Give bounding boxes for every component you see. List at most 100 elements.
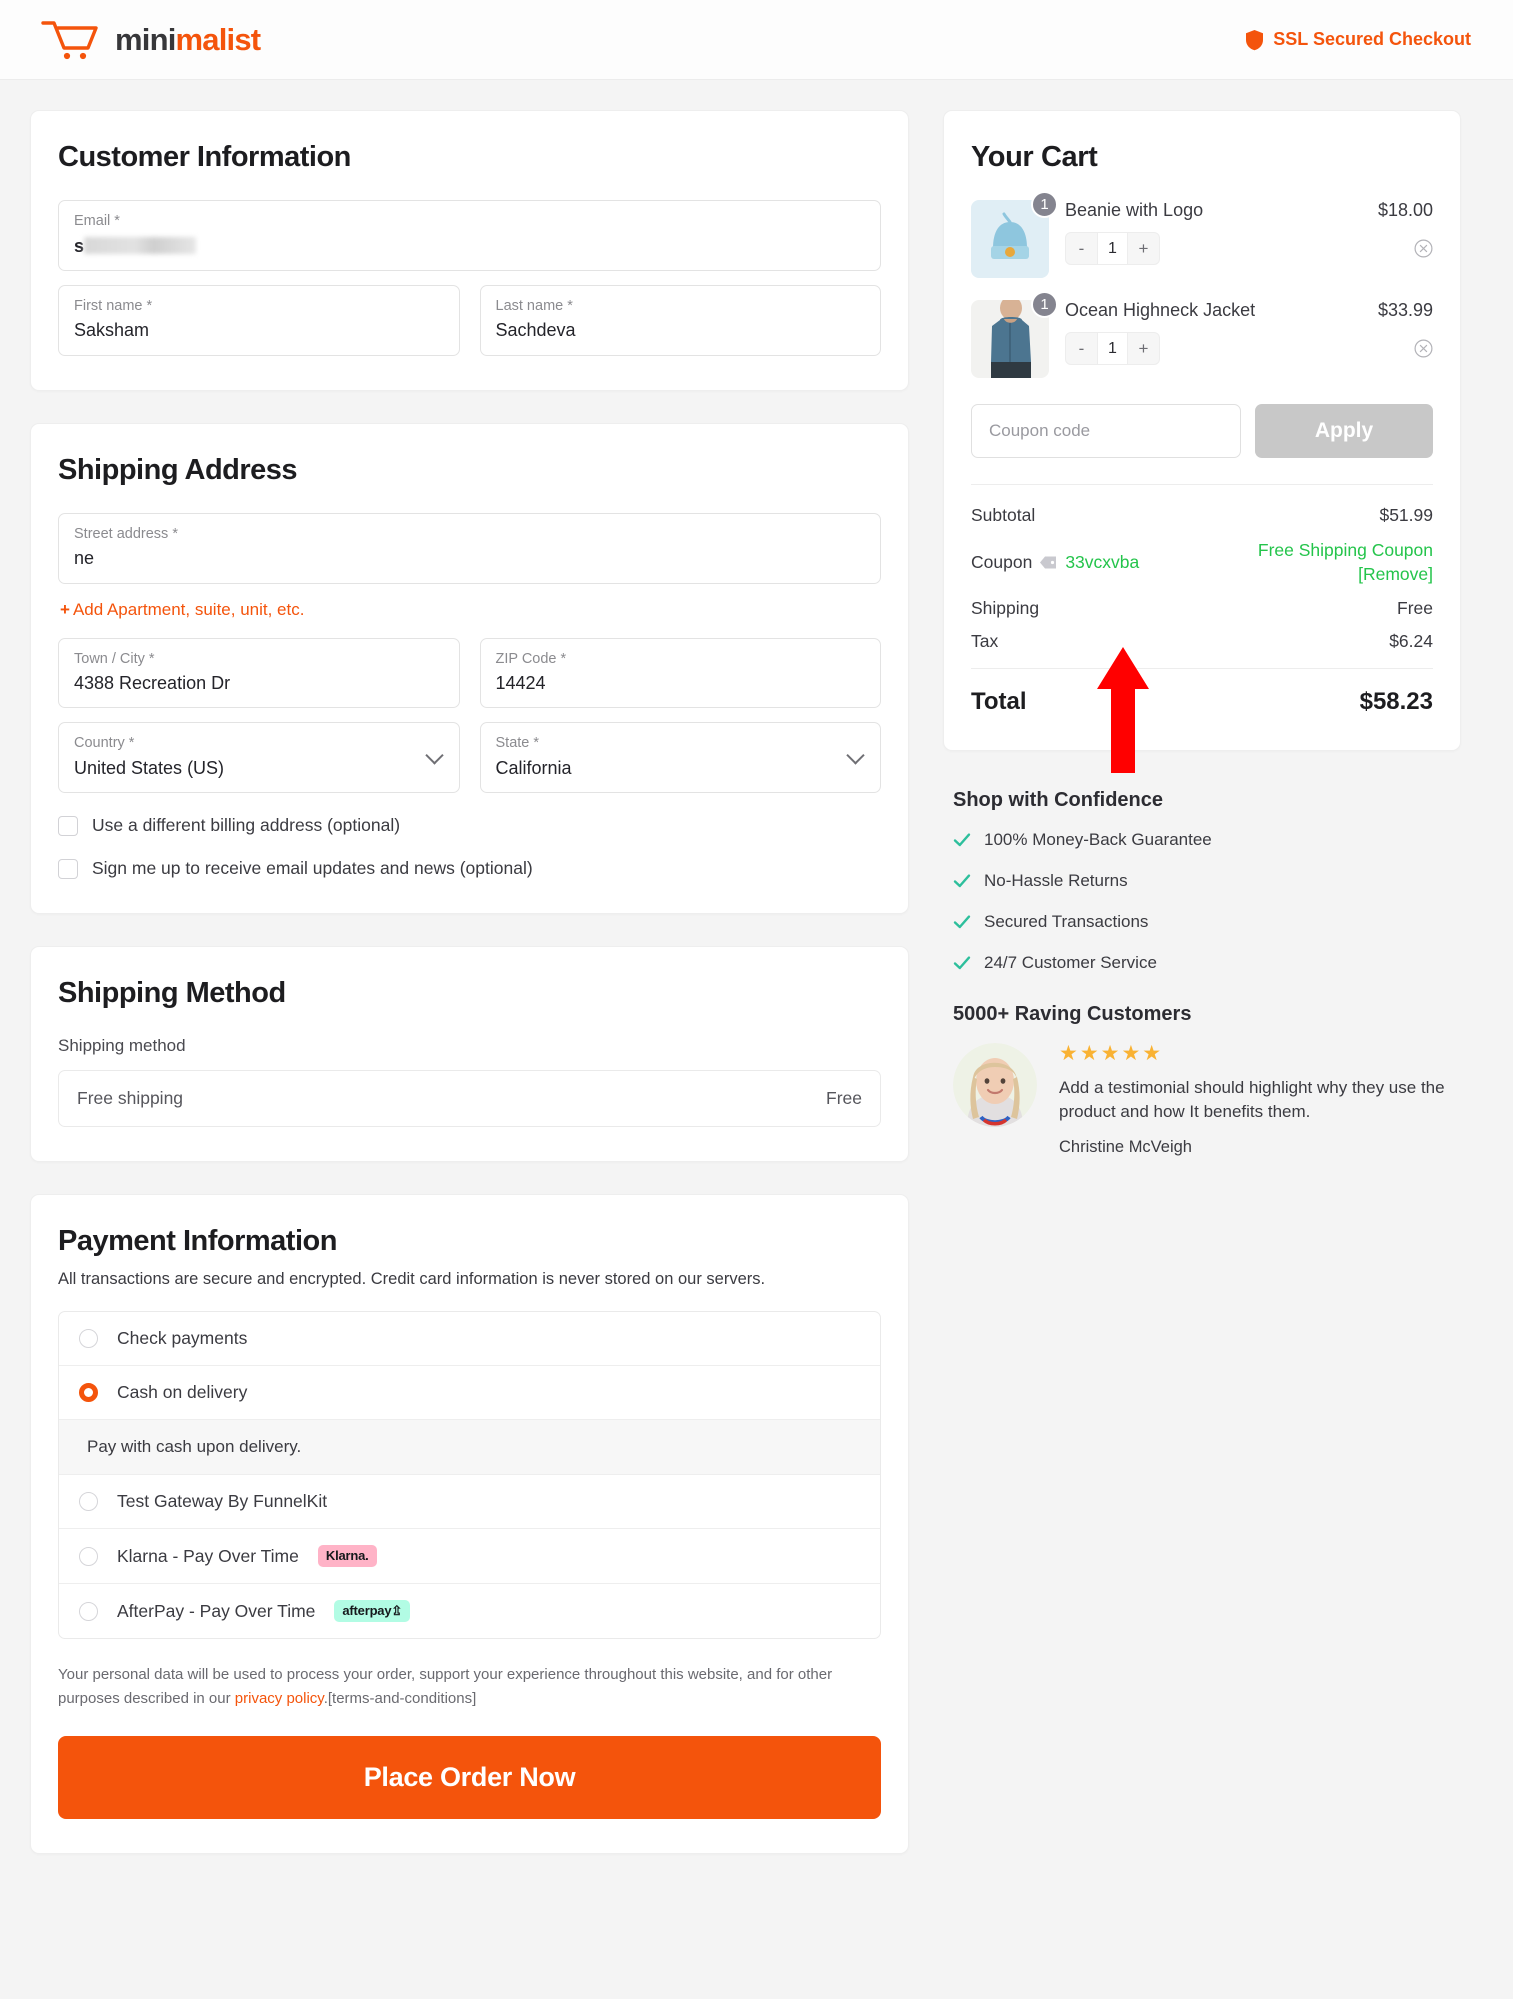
cart-item-bottom-row: - 1 + xyxy=(1065,232,1433,265)
payment-method-label: AfterPay - Pay Over Time xyxy=(117,1600,316,1621)
remove-item-icon[interactable] xyxy=(1414,239,1433,258)
billing-address-label: Use a different billing address (optiona… xyxy=(92,815,401,836)
apply-coupon-button[interactable]: Apply xyxy=(1255,404,1433,458)
payment-method-note: Pay with cash upon delivery. xyxy=(59,1420,880,1476)
shipping-option-name: Free shipping xyxy=(77,1088,184,1109)
quantity-decrease-button[interactable]: - xyxy=(1066,233,1097,264)
legal-text-part2: .[terms-and-conditions] xyxy=(323,1689,477,1707)
payment-method-klarna[interactable]: Klarna - Pay Over Time Klarna. xyxy=(59,1529,880,1585)
shield-icon xyxy=(1246,29,1264,50)
radio-cash-on-delivery[interactable] xyxy=(79,1383,98,1403)
email-field[interactable]: Email * s xyxy=(58,200,881,271)
add-apartment-label: Add Apartment, suite, unit, etc. xyxy=(72,599,305,619)
trust-item-label: No-Hassle Returns xyxy=(984,871,1128,891)
billing-address-checkbox-row[interactable]: Use a different billing address (optiona… xyxy=(58,815,881,836)
subtotal-value: $51.99 xyxy=(1379,505,1433,525)
check-icon xyxy=(953,915,971,929)
check-icon xyxy=(953,833,971,847)
quantity-stepper[interactable]: - 1 + xyxy=(1065,332,1160,365)
newsletter-label: Sign me up to receive email updates and … xyxy=(92,858,533,879)
newsletter-checkbox-row[interactable]: Sign me up to receive email updates and … xyxy=(58,858,881,879)
shop-with-confidence-section: Shop with Confidence 100% Money-Back Gua… xyxy=(943,783,1461,1156)
country-label: Country * xyxy=(74,735,135,752)
ssl-label: SSL Secured Checkout xyxy=(1273,29,1471,49)
email-label: Email * xyxy=(74,213,120,229)
coupon-tag-icon xyxy=(1040,556,1057,569)
your-cart-card: Your Cart 1 Beanie with Logo $18.00 - 1 … xyxy=(943,110,1461,752)
radio-afterpay[interactable] xyxy=(79,1601,98,1621)
add-apartment-link[interactable]: + Add Apartment, suite, unit, etc. xyxy=(60,600,304,620)
testimonial-body: ★★★★★ Add a testimonial should highlight… xyxy=(1059,1043,1451,1156)
last-name-field[interactable]: Last name * Sachdeva xyxy=(479,284,881,356)
order-totals: Subtotal $51.99 Coupon 33vcxvba Free Shi… xyxy=(971,484,1433,716)
quantity-increase-button[interactable]: + xyxy=(1128,333,1159,364)
cart-item-price: $18.00 xyxy=(1377,200,1433,220)
privacy-policy-link[interactable]: privacy policy xyxy=(235,1690,324,1707)
radio-check-payments[interactable] xyxy=(79,1329,98,1349)
zip-label: ZIP Code * xyxy=(495,650,567,667)
place-order-button[interactable]: Place Order Now xyxy=(58,1735,881,1819)
last-name-value: Sachdeva xyxy=(495,320,576,341)
total-label: Total xyxy=(971,688,1027,716)
payment-method-afterpay[interactable]: AfterPay - Pay Over Time afterpay⇫ xyxy=(59,1584,880,1638)
country-select[interactable]: Country * United States (US) xyxy=(58,722,460,794)
city-value: 4388 Recreation Dr xyxy=(74,673,231,694)
coupon-remove-link[interactable]: [Remove] xyxy=(1358,564,1433,584)
coupon-discount-line1: Free Shipping Coupon xyxy=(1257,540,1433,560)
payment-method-check-payments[interactable]: Check payments xyxy=(59,1312,880,1367)
check-icon xyxy=(953,956,971,970)
tax-value: $6.24 xyxy=(1389,631,1433,652)
state-select[interactable]: State * California xyxy=(479,722,881,794)
shipping-label: Shipping xyxy=(971,598,1040,619)
city-field[interactable]: Town / City * 4388 Recreation Dr xyxy=(58,637,460,709)
shipping-method-card: Shipping Method Shipping method Free shi… xyxy=(30,946,909,1163)
first-name-field[interactable]: First name * Saksham xyxy=(58,284,460,356)
zip-field[interactable]: ZIP Code * 14424 xyxy=(479,637,881,709)
city-label: Town / City * xyxy=(74,650,155,667)
shipping-row: Shipping Free xyxy=(971,598,1433,619)
payment-method-cash-on-delivery[interactable]: Cash on delivery xyxy=(59,1366,880,1421)
shipping-option-free[interactable]: Free shipping Free xyxy=(58,1070,881,1128)
radio-klarna[interactable] xyxy=(79,1546,98,1566)
first-name-label: First name * xyxy=(74,297,153,314)
logo-text-accent: malist xyxy=(175,22,262,57)
logo-wordmark: minimalist xyxy=(115,22,262,57)
trust-item: No-Hassle Returns xyxy=(953,871,1451,891)
trust-item: 100% Money-Back Guarantee xyxy=(953,830,1451,850)
newsletter-checkbox[interactable] xyxy=(58,858,78,879)
payment-method-label: Check payments xyxy=(117,1328,248,1349)
coupon-label: Coupon xyxy=(971,551,1033,572)
email-value-text: s xyxy=(74,235,85,256)
street-address-field[interactable]: Street address * ne xyxy=(58,512,881,584)
trust-item: Secured Transactions xyxy=(953,912,1451,932)
quantity-decrease-button[interactable]: - xyxy=(1066,333,1097,364)
subtotal-label: Subtotal xyxy=(971,505,1036,525)
testimonial-text: Add a testimonial should highlight why t… xyxy=(1059,1078,1445,1122)
payment-information-title: Payment Information xyxy=(58,1225,337,1258)
coupon-input[interactable] xyxy=(971,404,1241,458)
customer-information-card: Customer Information Email * s First nam… xyxy=(30,110,909,391)
quantity-increase-button[interactable]: + xyxy=(1128,233,1159,264)
street-address-label: Street address * xyxy=(74,525,178,542)
coupon-code-value[interactable]: 33vcxvba xyxy=(1065,552,1139,573)
trust-item-label: 100% Money-Back Guarantee xyxy=(984,830,1212,850)
site-logo[interactable]: minimalist xyxy=(40,18,262,62)
quantity-value: 1 xyxy=(1097,233,1128,264)
payment-method-test-gateway[interactable]: Test Gateway By FunnelKit xyxy=(59,1475,880,1530)
customer-avatar xyxy=(953,1043,1037,1128)
radio-test-gateway[interactable] xyxy=(79,1492,98,1512)
remove-item-icon[interactable] xyxy=(1414,339,1433,358)
cart-item-thumb-wrap: 1 xyxy=(971,191,1058,278)
testimonial-author: Christine McVeigh xyxy=(1059,1137,1192,1156)
state-label: State * xyxy=(495,735,540,752)
cart-item: 1 Ocean Highneck Jacket $33.99 - 1 + xyxy=(971,291,1433,378)
tax-row: Tax $6.24 xyxy=(971,631,1433,652)
shipping-option-price: Free xyxy=(826,1088,862,1109)
trust-item: 24/7 Customer Service xyxy=(953,953,1451,973)
quantity-stepper[interactable]: - 1 + xyxy=(1065,232,1160,265)
billing-address-checkbox[interactable] xyxy=(58,815,78,836)
trust-item-label: Secured Transactions xyxy=(984,912,1149,932)
testimonial: ★★★★★ Add a testimonial should highlight… xyxy=(953,1043,1451,1156)
shipping-method-sublabel: Shipping method xyxy=(58,1036,186,1056)
payment-method-label: Klarna - Pay Over Time xyxy=(117,1545,299,1566)
